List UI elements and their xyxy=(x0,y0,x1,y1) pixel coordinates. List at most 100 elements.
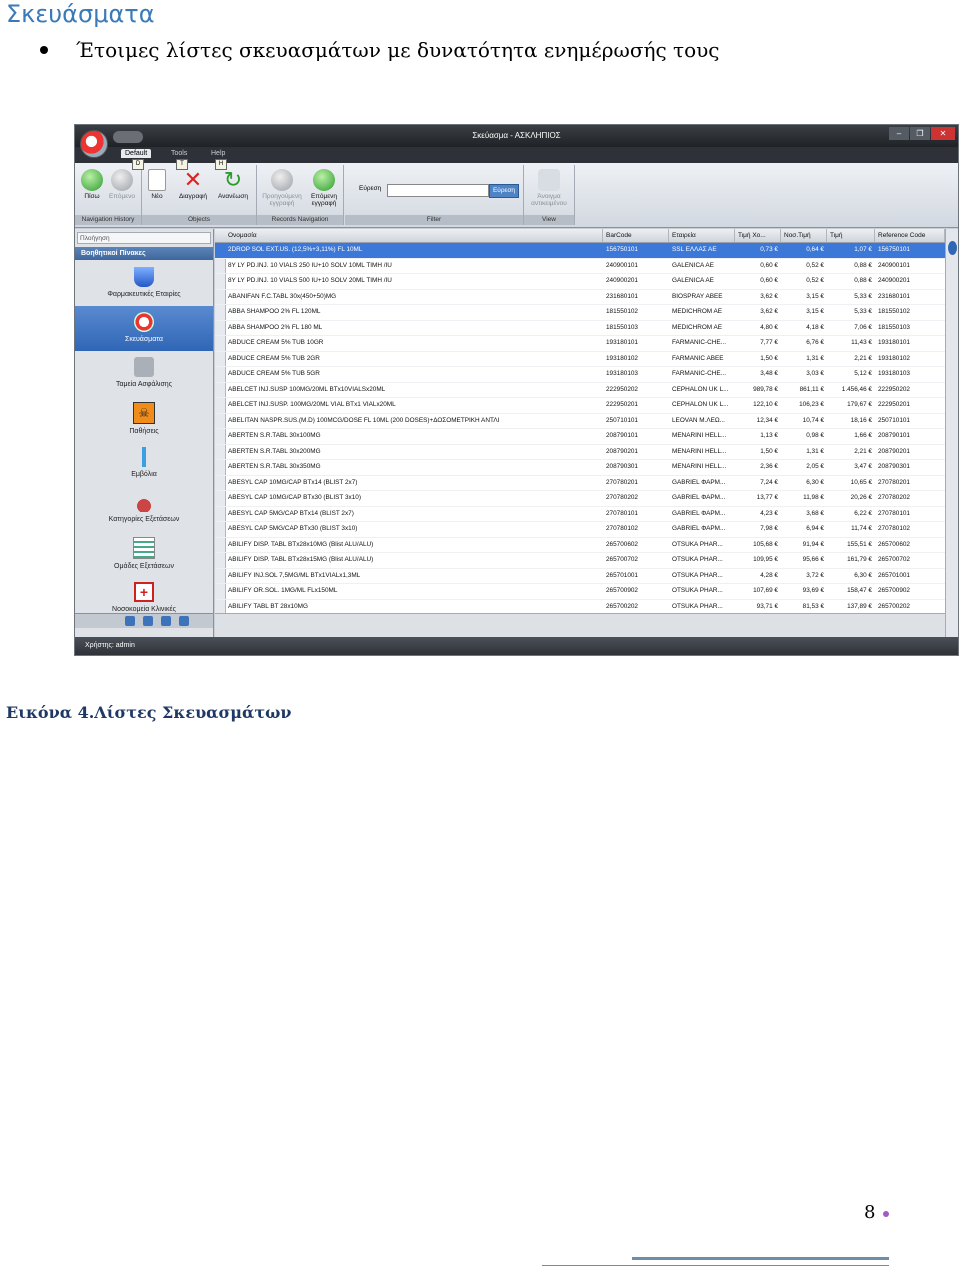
ribbon: Πίσω Επόμενο Navigation History Νέο ✕ Δι… xyxy=(75,163,958,228)
cell-price: 20,26 € xyxy=(850,494,872,501)
app-orb-button[interactable] xyxy=(80,130,108,158)
table-row[interactable]: ABANIFAN F.C.TABL 30x(450+50)MG 231680101… xyxy=(215,290,945,305)
cell-reference-code: 193180101 xyxy=(878,339,910,346)
checklist-icon xyxy=(133,537,155,559)
nav-shortcut-icon[interactable] xyxy=(125,616,135,626)
table-row[interactable]: ABILIFY INJ.SOL 7,5MG/ML BTx1VIALx1,3ML 2… xyxy=(215,569,945,584)
table-row[interactable]: ABDUCE CREAM 5% TUB 10GR 193180101 FARMANI… xyxy=(215,336,945,352)
cell-price: 2,21 € xyxy=(854,447,872,455)
cell-wholesale-price: 3,48 € xyxy=(760,370,778,377)
table-row[interactable]: ABERTEN S.R.TABL 30x350MG 208790301 MENARI… xyxy=(215,460,945,476)
cell-price: 18,16 € xyxy=(850,416,872,424)
restore-icon[interactable]: ❐ xyxy=(910,127,930,140)
cell-hospital-price: 106,23 € xyxy=(799,401,824,408)
nav-shortcut-icon[interactable] xyxy=(143,616,153,626)
nav-item-vaccines[interactable]: Εμβόλια xyxy=(75,441,213,486)
column-header-price[interactable]: Τιμή xyxy=(827,229,875,242)
table-row[interactable]: ABESYL CAP 5MG/CAP BTx30 (BLIST 3x10) 270… xyxy=(215,522,945,538)
table-row[interactable]: ABERTEN S.R.TABL 30x200MG 208790201 MENARI… xyxy=(215,445,945,460)
nav-items: Φαρμακευτικές Εταιρίες Σκευάσματα Ταμεία… xyxy=(75,261,213,613)
table-row[interactable]: 2DROP SOL EXT.US. (12,5%+3,11%) FL 10ML 1… xyxy=(215,243,945,259)
app-window: Σκεύασμα - ΑΣΚΛΗΠΙΟΣ – ❐ ✕ Default D Too… xyxy=(74,124,959,656)
cell-wholesale-price: 1,50 € xyxy=(760,354,778,362)
nav-item-hospitals[interactable]: + Νοσοκομεία Κλινικές xyxy=(75,576,213,613)
cell-price: 1,66 € xyxy=(854,432,872,439)
table-row[interactable]: ABDUCE CREAM 5% TUB 2GR 193180102 FARMANIC… xyxy=(215,352,945,367)
refresh-button[interactable]: ↻ Ανανέωση xyxy=(214,169,252,201)
next-record-button[interactable]: Επόμενη εγγραφή xyxy=(307,169,341,207)
tab-default[interactable]: Default xyxy=(121,149,152,158)
table-row[interactable]: ABELCET INJ.SUSP. 100MG/20ML VIAL BTx1 V… xyxy=(215,398,945,414)
cell-reference-code: 208790201 xyxy=(878,447,910,455)
table-row[interactable]: 8Y LY PD.INJ. 10 VIALS 250 IU+10 SOLV 10… xyxy=(215,259,945,274)
pills-icon xyxy=(134,312,154,332)
close-icon[interactable]: ✕ xyxy=(931,127,955,140)
scroll-thumb[interactable] xyxy=(948,241,957,255)
table-row[interactable]: ABELCET INJ.SUSP 100MG/20ML BTx10VIALSx2… xyxy=(215,383,945,398)
group-view: Άνοιγμα αντικειμένου View xyxy=(524,165,575,225)
prev-record-button[interactable]: Προηγούμενη εγγραφή xyxy=(259,169,305,207)
table-row[interactable]: ABDUCE CREAM 5% TUB 5GR 193180103 FARMANIC… xyxy=(215,367,945,383)
cell-company: MENARINI HELL... xyxy=(672,447,727,455)
table-row[interactable]: ABBA SHAMPOO 2% FL 180 ML 181550103 MEDICH… xyxy=(215,321,945,336)
minimize-icon[interactable]: – xyxy=(889,127,909,140)
cell-reference-code: 208790101 xyxy=(878,432,910,439)
cell-hospital-price: 0,64 € xyxy=(806,246,824,253)
table-row[interactable]: ABERTEN S.R.TABL 30x100MG 208790101 MENARI… xyxy=(215,429,945,445)
cell-company: OTSUKA PHAR... xyxy=(672,571,723,579)
page-number: 8 xyxy=(864,1202,876,1223)
nav-shortcut-icon[interactable] xyxy=(161,616,171,626)
new-button[interactable]: Νέο xyxy=(146,169,168,200)
table-row[interactable]: ABESYL CAP 10MG/CAP BTx30 (BLIST 3x10) 27… xyxy=(215,491,945,507)
table-row[interactable]: ABILIFY OR.SOL. 1MG/ML FLx150ML 265700902… xyxy=(215,584,945,600)
nav-item-diseases[interactable]: ☠ Παθήσεις xyxy=(75,396,213,441)
delete-button[interactable]: ✕ Διαγραφή xyxy=(174,169,212,201)
nav-item-insurance-funds[interactable]: Ταμεία Ασφάλισης xyxy=(75,351,213,396)
cell-barcode: 270780102 xyxy=(606,525,638,532)
syringe-icon xyxy=(134,447,154,467)
keytip-help: H xyxy=(215,159,227,170)
table-row[interactable]: 8Y LY PD.INJ. 10 VIALS 500 IU+10 SOLV 20… xyxy=(215,274,945,290)
cell-wholesale-price: 0,60 € xyxy=(760,277,778,284)
column-header-hospital-price[interactable]: Νοσ.Τιμή xyxy=(781,229,827,242)
cell-hospital-price: 0,52 € xyxy=(806,277,824,284)
table-row[interactable]: ABILIFY DISP. TABL BTx28x10MG (Blist ALU… xyxy=(215,538,945,553)
tab-help[interactable]: Help xyxy=(211,150,225,157)
cell-price: 7,06 € xyxy=(854,323,872,331)
filter-input[interactable] xyxy=(387,184,489,197)
cell-hospital-price: 3,68 € xyxy=(806,509,824,517)
cell-name: ABELCET INJ.SUSP 100MG/20ML BTx10VIALSx2… xyxy=(228,385,386,393)
tab-tools[interactable]: Tools xyxy=(171,150,187,157)
cell-barcode: 265700702 xyxy=(606,556,638,563)
back-button[interactable]: Πίσω xyxy=(79,169,105,200)
cell-hospital-price: 2,05 € xyxy=(806,463,824,470)
table-row[interactable]: ABBA SHAMPOO 2% FL 120ML 181550102 MEDICHR… xyxy=(215,305,945,321)
column-header-barcode[interactable]: BarCode xyxy=(603,229,669,242)
table-row[interactable]: ABELITAN NASPR.SUS.(M.D) 100MCG/DOSE FL … xyxy=(215,414,945,429)
column-header-reference-code[interactable]: Reference Code xyxy=(875,229,945,242)
table-row[interactable]: ABILIFY DISP. TABL BTx28x15MG (Blist ALU… xyxy=(215,553,945,569)
column-header-name[interactable]: Ονομασία xyxy=(225,229,603,242)
cell-name: ABILIFY TABL BT 28x10MG xyxy=(228,602,308,610)
nav-item-medicines[interactable]: Σκευάσματα xyxy=(75,306,213,351)
column-header-company[interactable]: Εταιρεία xyxy=(669,229,735,242)
nav-item-exam-groups[interactable]: Ομάδες Εξετάσεων xyxy=(75,531,213,576)
nav-item-exam-categories[interactable]: Κατηγορίες Εξετάσεων xyxy=(75,486,213,531)
keytip-tools: T xyxy=(176,159,188,170)
vertical-scrollbar[interactable] xyxy=(945,229,958,637)
quick-access-toolbar[interactable] xyxy=(113,131,143,143)
table-row[interactable]: ABESYL CAP 5MG/CAP BTx14 (BLIST 2x7) 2707… xyxy=(215,507,945,522)
cell-hospital-price: 11,98 € xyxy=(803,494,824,501)
filter-search-button[interactable]: Εύρεση xyxy=(489,184,519,198)
cell-name: ABESYL CAP 5MG/CAP BTx30 (BLIST 3x10) xyxy=(228,525,358,532)
cell-hospital-price: 1,31 € xyxy=(806,354,824,362)
forward-button[interactable]: Επόμενο xyxy=(107,169,137,200)
cell-company: MENARINI HELL... xyxy=(672,432,727,439)
cell-hospital-price: 3,72 € xyxy=(806,571,824,579)
nav-item-pharma-companies[interactable]: Φαρμακευτικές Εταιρίες xyxy=(75,261,213,306)
table-row[interactable]: ABESYL CAP 10MG/CAP BTx14 (BLIST 2x7) 270… xyxy=(215,476,945,491)
column-header-wholesale-price[interactable]: Τιμή Χο... xyxy=(735,229,781,242)
nav-shortcut-icon[interactable] xyxy=(179,616,189,626)
open-object-button[interactable]: Άνοιγμα αντικειμένου xyxy=(526,169,572,207)
nav-search-input[interactable]: Πλοήγηση xyxy=(77,232,211,244)
